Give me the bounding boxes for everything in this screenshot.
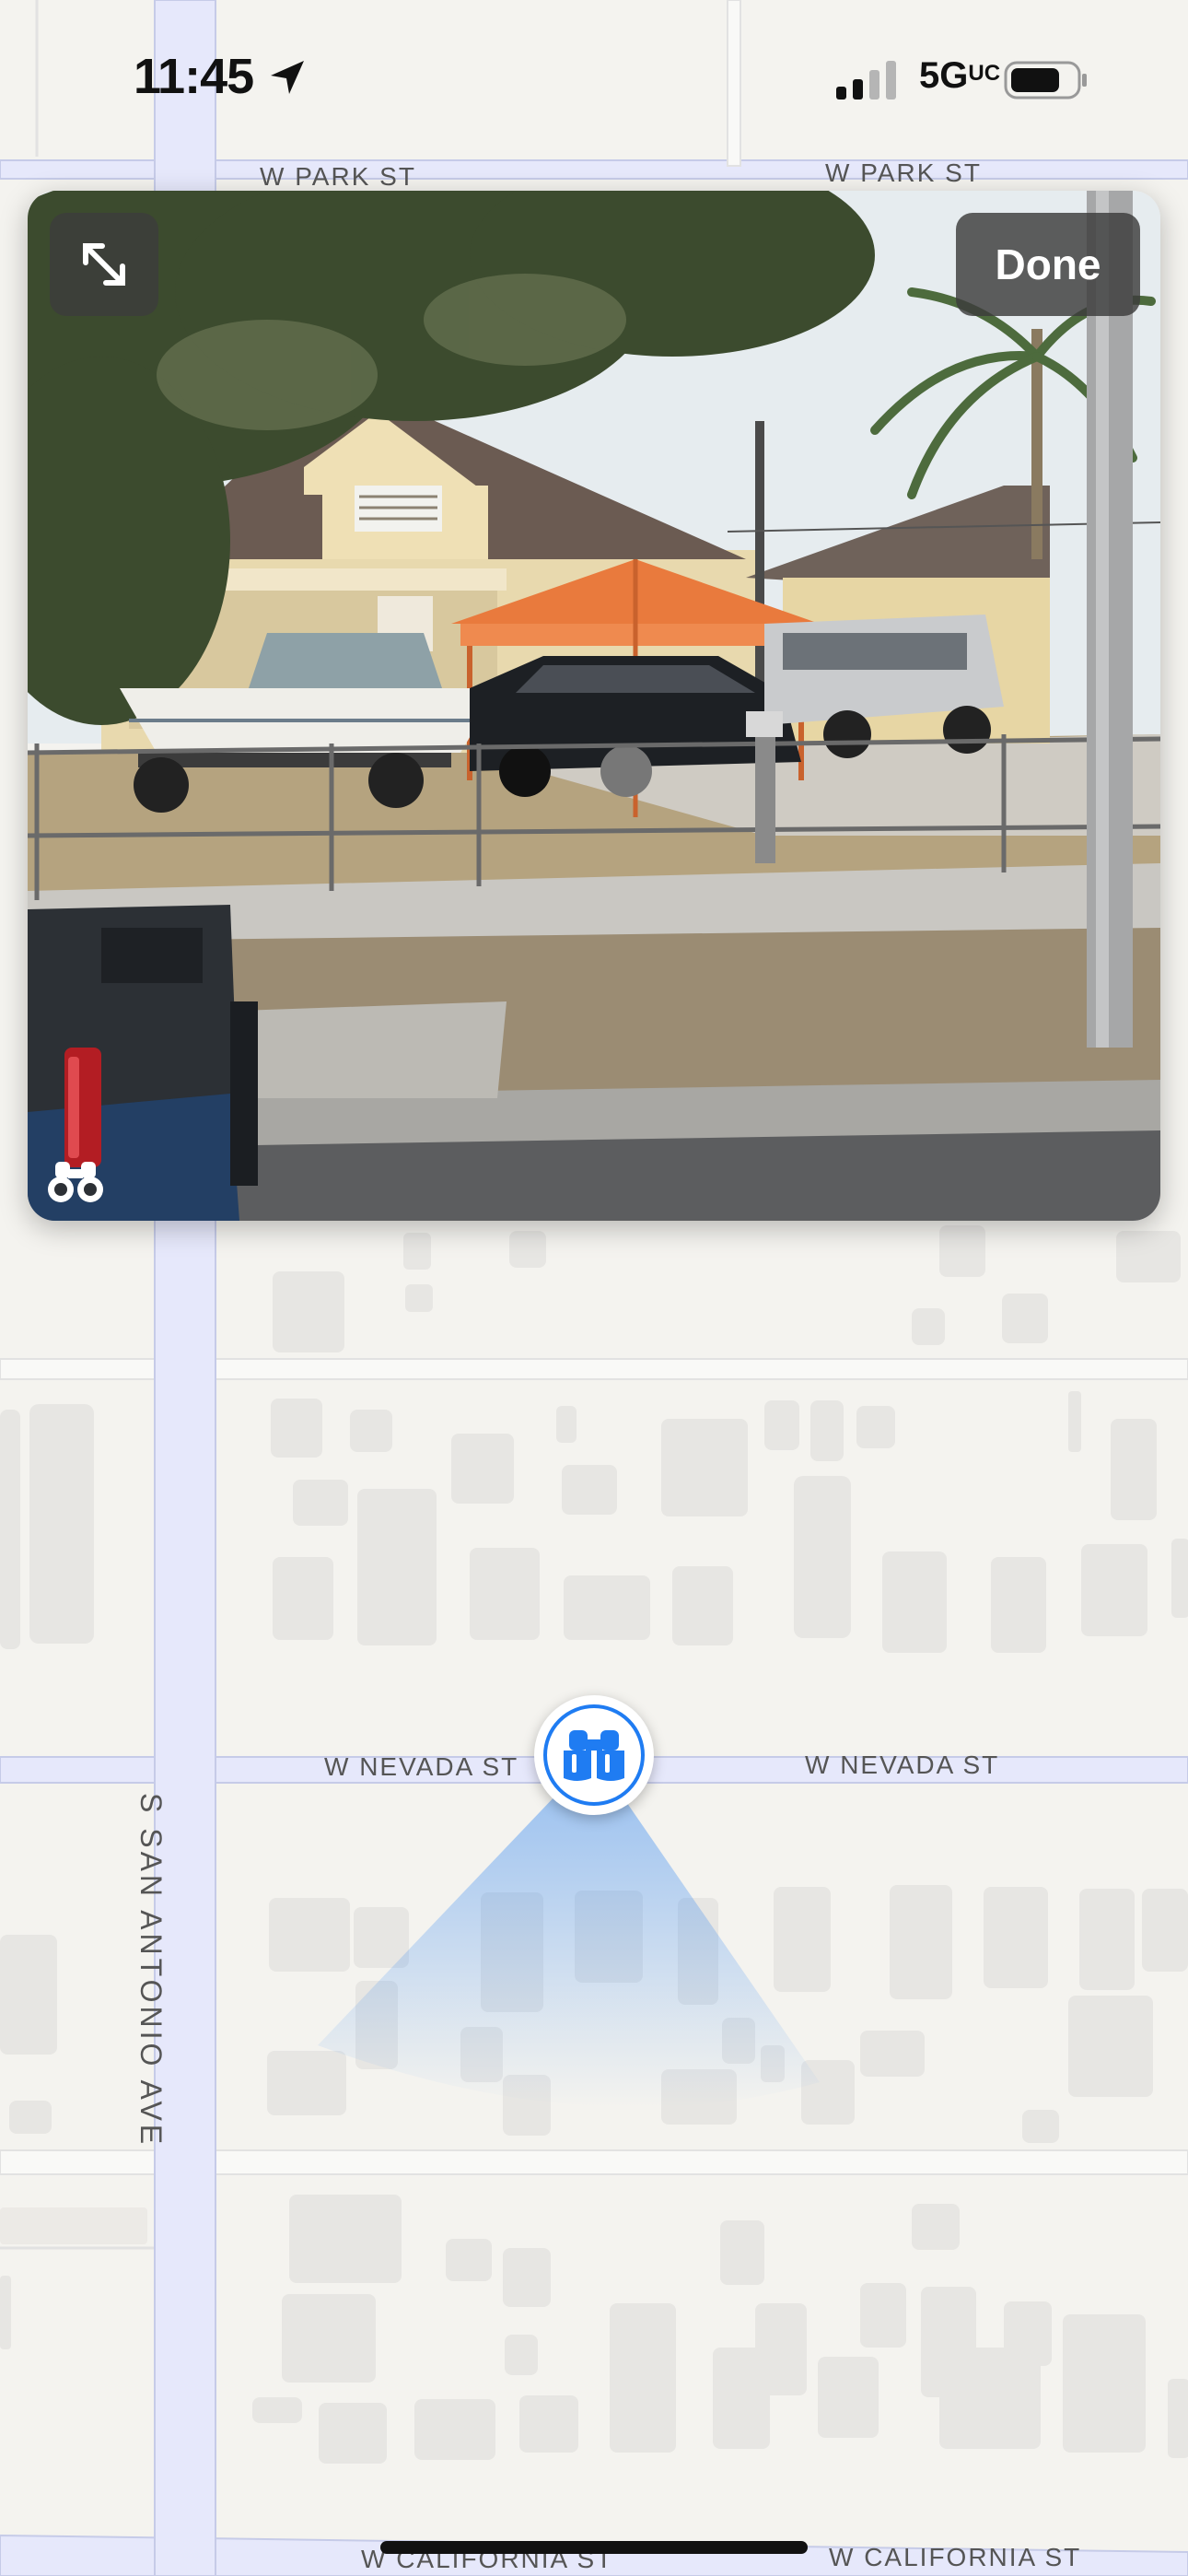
cellular-signal-icon (836, 61, 896, 100)
binoculars-icon (48, 1162, 103, 1202)
network-type: 5GUC (919, 55, 1001, 96)
street-label-w-nevada-st-left: W NEVADA ST (324, 1752, 519, 1781)
look-around-card[interactable]: Done (28, 191, 1160, 1221)
status-time: 11:45 (134, 49, 254, 104)
street-label-w-park-st-left: W PARK ST (260, 162, 416, 191)
battery-icon (1004, 61, 1087, 100)
status-bar: 11:45 5GUC (0, 0, 1188, 157)
binoculars-icon (564, 1730, 624, 1781)
street-label-w-park-st-right: W PARK ST (825, 158, 982, 187)
look-around-pin[interactable] (534, 1695, 654, 1815)
done-button[interactable]: Done (956, 213, 1140, 316)
street-label-w-california-st-right: W CALIFORNIA ST (829, 2543, 1082, 2571)
street-label-s-san-antonio-ave: S SAN ANTONIO AVE (134, 1793, 168, 2149)
expand-arrows-icon (83, 243, 125, 286)
look-around-photo[interactable] (28, 191, 1160, 1221)
pin-ring (543, 1704, 645, 1806)
street-label-w-nevada-st-right: W NEVADA ST (805, 1751, 1000, 1779)
expand-button[interactable] (50, 213, 158, 316)
home-indicator[interactable] (380, 2541, 808, 2554)
location-arrow-icon (271, 61, 304, 94)
